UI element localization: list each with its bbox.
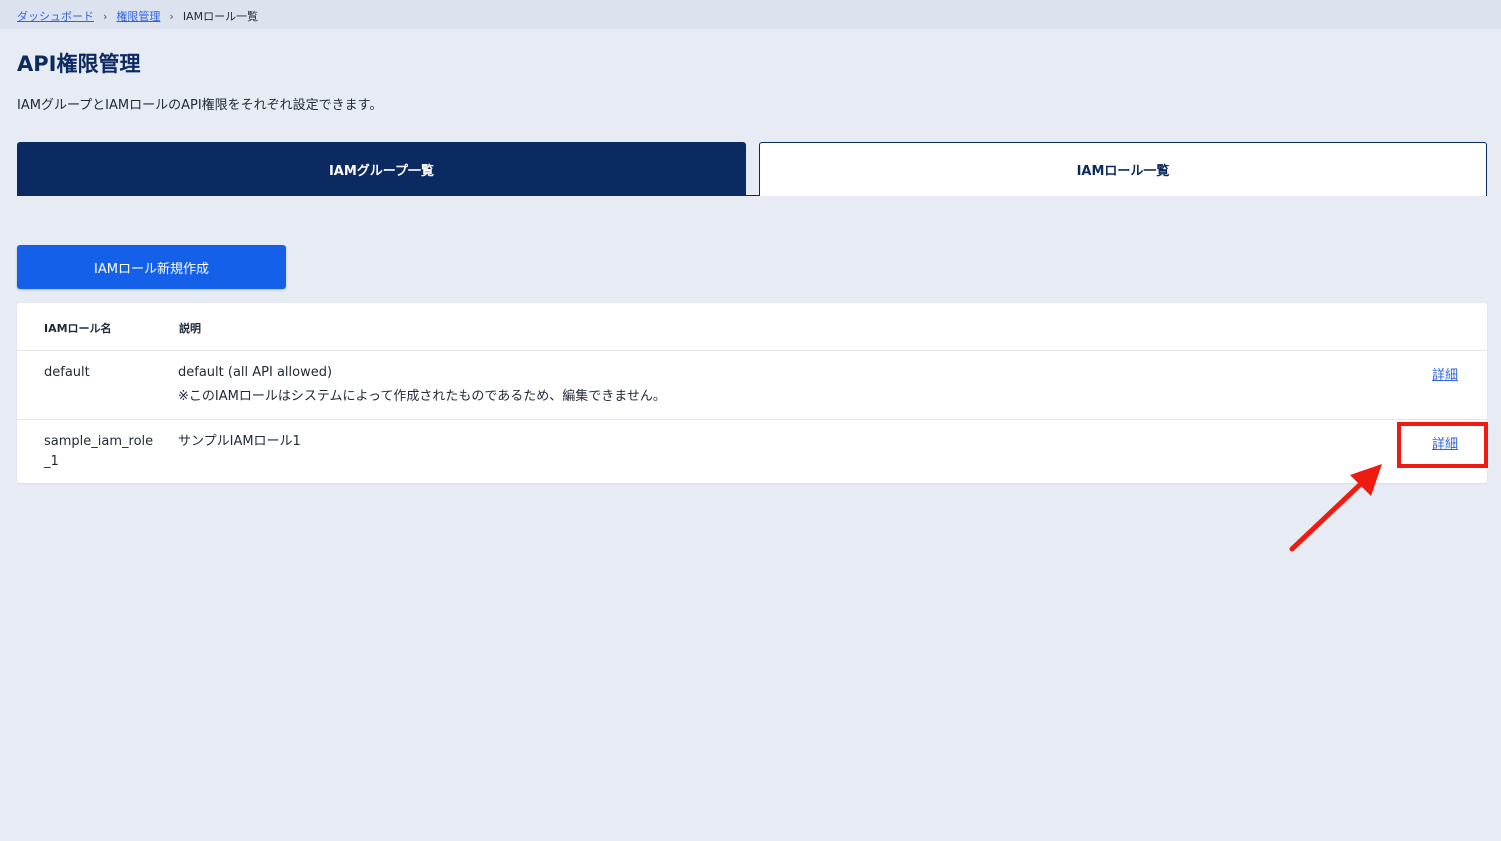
iam-role-table: IAMロール名 説明 default default (all API allo…: [17, 303, 1487, 483]
annotation-arrow-icon: [1289, 464, 1382, 552]
column-header-role-name: IAMロール名: [44, 322, 112, 335]
breadcrumb-link-dashboard[interactable]: ダッシュボード: [17, 8, 94, 24]
page-title: API権限管理: [17, 52, 141, 76]
role-description-cell: default (all API allowed): [178, 365, 333, 380]
tab-underline: [17, 195, 760, 196]
breadcrumb-bar: ダッシュボード › 権限管理 › IAMロール一覧: [0, 0, 1501, 29]
annotation-highlight-box: [1397, 422, 1488, 468]
breadcrumb-current: IAMロール一覧: [182, 10, 259, 23]
tab-iam-groups[interactable]: IAMグループ一覧: [17, 142, 746, 196]
role-note-cell: ※このIAMロールはシステムによって作成されたものであるため、編集できません。: [178, 389, 666, 404]
role-name-cell: default: [44, 365, 90, 380]
create-iam-role-button[interactable]: IAMロール新規作成: [17, 245, 286, 289]
page-description: IAMグループとIAMロールのAPI権限をそれぞれ設定できます。: [17, 98, 383, 113]
column-header-description: 説明: [179, 322, 201, 335]
role-description-cell: サンプルIAMロール1: [178, 434, 301, 449]
breadcrumb-separator: ›: [103, 9, 108, 23]
create-iam-role-label: IAMロール新規作成: [94, 261, 209, 277]
breadcrumb-link-permissions[interactable]: 権限管理: [116, 8, 160, 24]
table-divider: [17, 350, 1487, 351]
detail-link[interactable]: 詳細: [1432, 364, 1458, 383]
tab-iam-roles-label: IAMロール一覧: [1076, 164, 1170, 179]
tab-iam-roles[interactable]: IAMロール一覧: [759, 142, 1487, 196]
breadcrumb: ダッシュボード › 権限管理 › IAMロール一覧: [17, 8, 258, 24]
breadcrumb-separator: ›: [169, 9, 174, 23]
tab-iam-groups-label: IAMグループ一覧: [328, 163, 435, 179]
table-divider: [17, 419, 1487, 420]
role-name-cell: sample_iam_role_1: [44, 434, 154, 469]
